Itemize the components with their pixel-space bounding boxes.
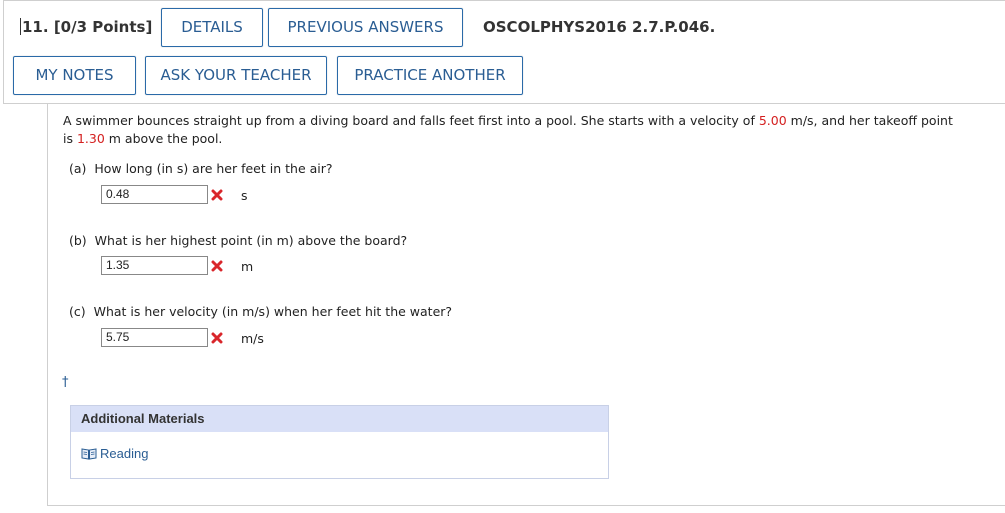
question-header: 11. [0/3 Points] DETAILS PREVIOUS ANSWER… — [3, 0, 1005, 104]
part-b-question: (b) What is her highest point (in m) abo… — [69, 233, 408, 248]
incorrect-x-icon — [211, 189, 223, 201]
points-label: [0/3 Points] — [53, 18, 153, 36]
part-b-answer-input[interactable]: 1.35 — [101, 256, 208, 275]
velocity-value: 5.00 — [758, 113, 787, 128]
part-c-answer-input[interactable]: 5.75 — [101, 328, 208, 347]
reading-link[interactable]: Reading — [81, 446, 148, 461]
ask-your-teacher-button[interactable]: ASK YOUR TEACHER — [145, 56, 327, 95]
incorrect-x-icon — [211, 332, 223, 344]
height-value: 1.30 — [76, 131, 105, 146]
part-a-unit: s — [241, 188, 248, 203]
problem-statement: A swimmer bounces straight up from a div… — [63, 113, 953, 146]
cursor-bar — [20, 18, 21, 35]
additional-materials-panel: Additional Materials Reading — [70, 405, 609, 479]
problem-code: OSCOLPHYS2016 2.7.P.046. — [483, 18, 716, 36]
book-icon — [81, 448, 97, 460]
previous-answers-button[interactable]: PREVIOUS ANSWERS — [268, 8, 463, 47]
additional-materials-title: Additional Materials — [71, 406, 608, 432]
part-b-unit: m — [241, 259, 254, 274]
part-a-question: (a) How long (in s) are her feet in the … — [69, 161, 333, 176]
my-notes-button[interactable]: MY NOTES — [13, 56, 136, 95]
question-number: 11. [0/3 Points] — [20, 18, 153, 36]
part-a-answer-input[interactable]: 0.48 — [101, 185, 208, 204]
details-button[interactable]: DETAILS — [161, 8, 263, 47]
question-body: A swimmer bounces straight up from a div… — [47, 104, 1005, 506]
incorrect-x-icon — [211, 260, 223, 272]
practice-another-button[interactable]: PRACTICE ANOTHER — [337, 56, 523, 95]
part-c-unit: m/s — [241, 331, 264, 346]
footnote-marker[interactable]: † — [62, 375, 69, 390]
reading-link-label[interactable]: Reading — [100, 446, 148, 461]
part-c-question: (c) What is her velocity (in m/s) when h… — [69, 304, 453, 319]
